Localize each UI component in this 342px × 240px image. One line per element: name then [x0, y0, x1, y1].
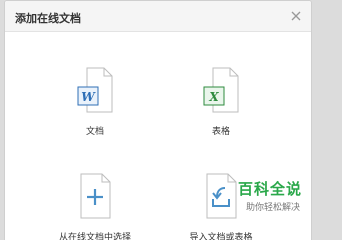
- excel-badge: X: [208, 90, 219, 104]
- new-document-label: 文档: [85, 127, 104, 137]
- watermark-subtitle: 助你轻松解决: [246, 203, 301, 213]
- word-document-icon: W: [77, 67, 113, 113]
- choose-online-document-option[interactable]: 从在线文档中选择: [35, 173, 155, 240]
- new-sheet-label: 表格: [211, 127, 230, 137]
- excel-sheet-icon: X: [203, 67, 239, 113]
- new-document-option[interactable]: W 文档: [35, 67, 155, 139]
- choose-online-document-label: 从在线文档中选择: [58, 233, 131, 240]
- watermark-title: 百科全说: [238, 180, 303, 198]
- close-icon[interactable]: [289, 9, 303, 23]
- watermark: 百科全说 助你轻松解决: [218, 178, 322, 218]
- dialog-title: 添加在线文档: [15, 12, 81, 25]
- new-sheet-option[interactable]: X 表格: [161, 67, 281, 139]
- word-badge: W: [81, 90, 96, 104]
- dialog-header: 添加在线文档: [5, 1, 311, 32]
- import-document-label: 导入文档或表格: [189, 233, 253, 240]
- add-document-icon: [80, 173, 111, 219]
